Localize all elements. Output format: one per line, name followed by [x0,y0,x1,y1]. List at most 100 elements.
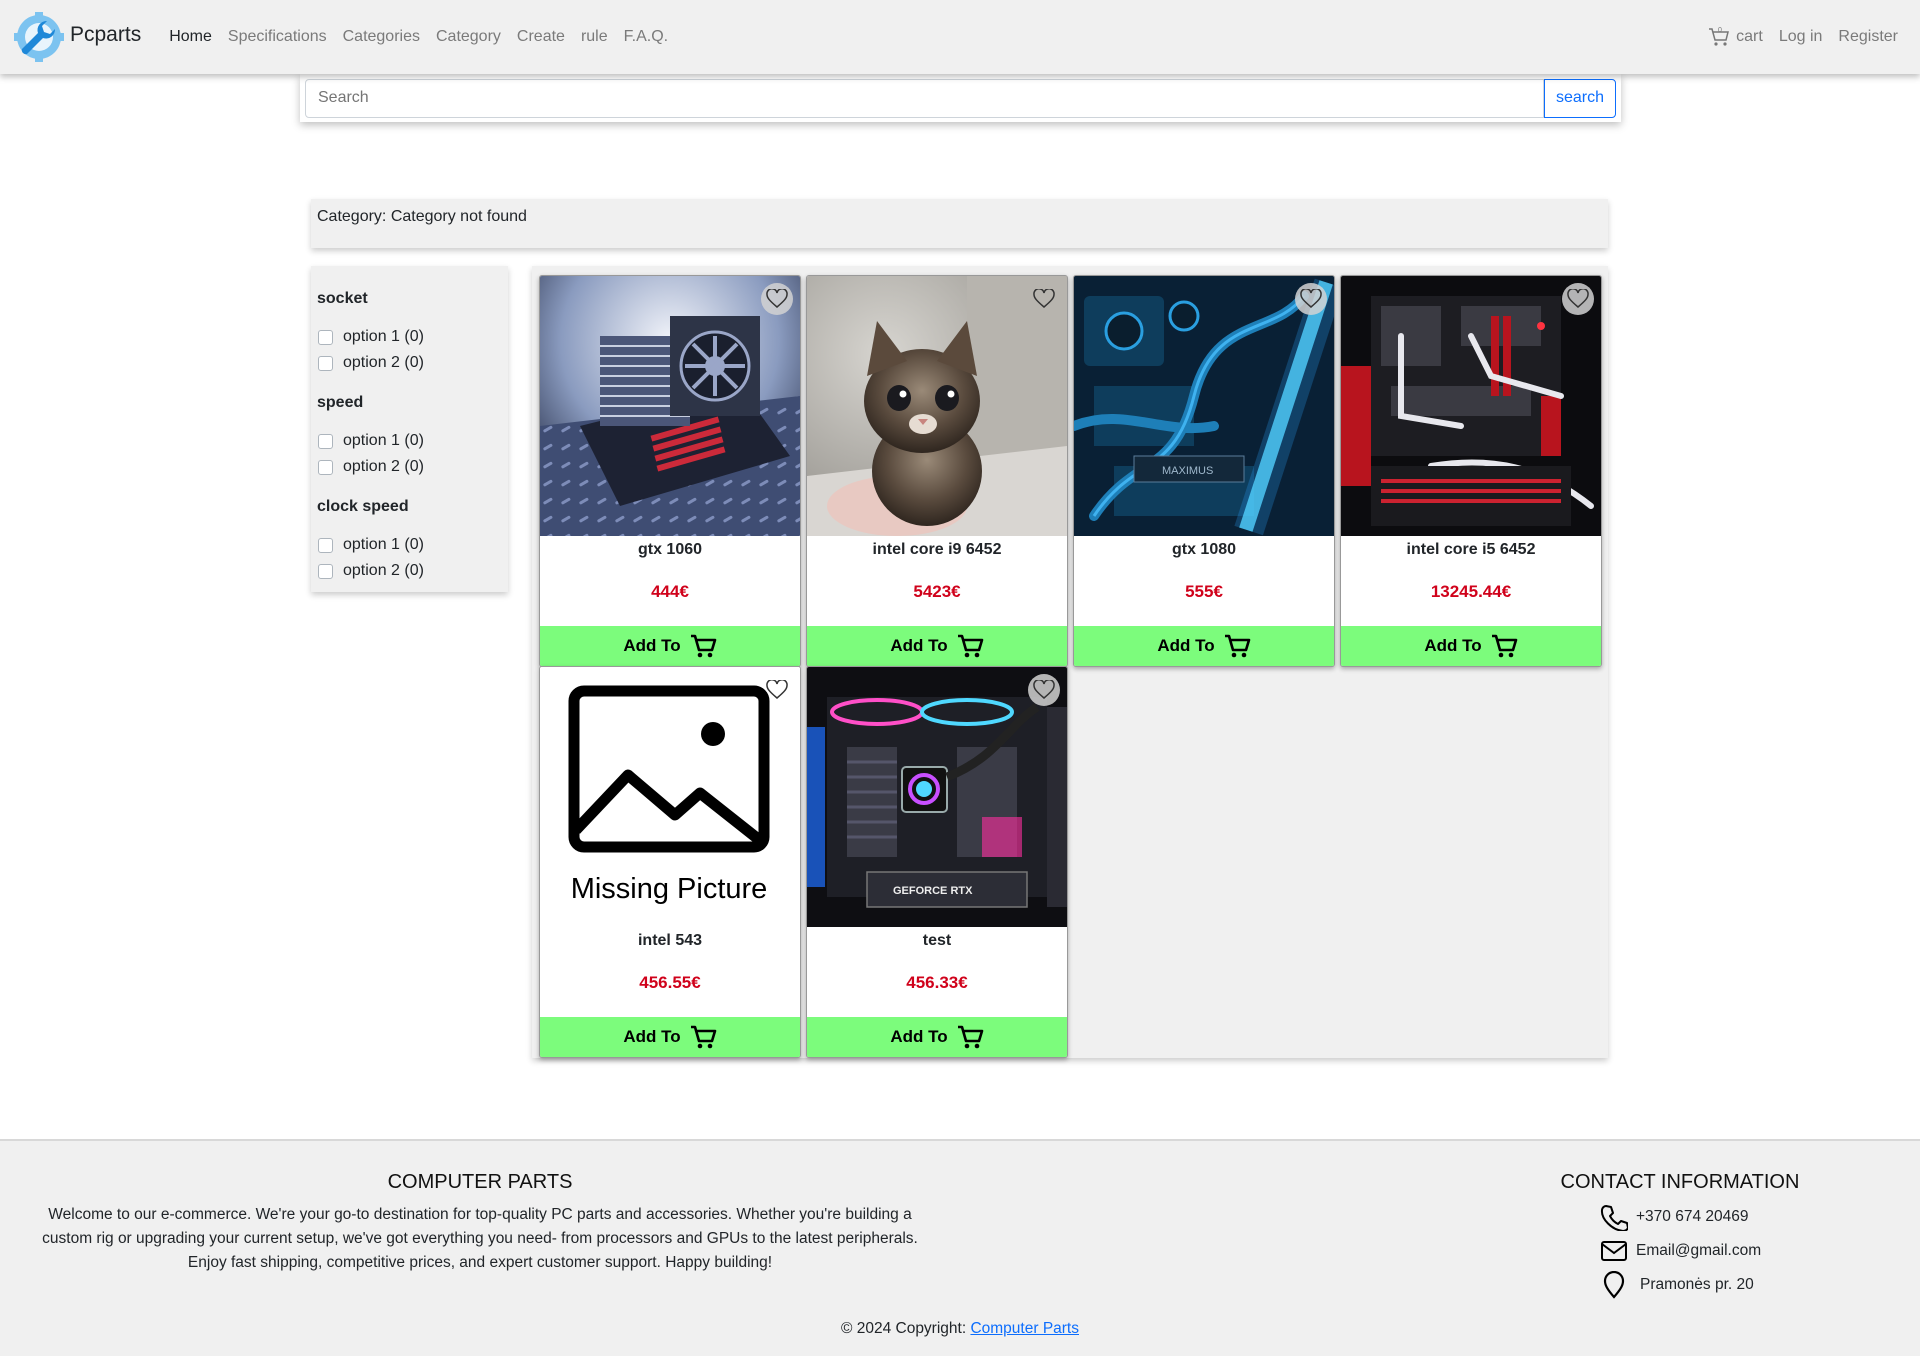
footer-about-text: Welcome to our e-commerce. We're your go… [20,1203,940,1275]
cart-label: cart [1736,28,1763,45]
nav-specifications[interactable]: Specifications [220,28,335,46]
product-card[interactable]: Missing Picture intel 543 456.55€ Add To [539,666,801,1058]
nav-categories[interactable]: Categories [335,28,428,46]
favorite-button[interactable] [1028,283,1060,315]
checkbox[interactable] [318,433,333,449]
product-name[interactable]: gtx 1080 [1074,541,1334,561]
filter-option[interactable]: option 1 (0) [317,324,502,350]
footer-contact: CONTACT INFORMATION +370 674 20469 Email… [1540,1171,1820,1302]
product-card[interactable]: intel core i9 6452 5423€ Add To [806,275,1068,667]
add-to-cart-label: Add To [890,1027,948,1046]
contact-phone: +370 674 20469 [1540,1200,1820,1234]
checkbox[interactable] [318,355,333,371]
footer-about-line: Enjoy fast shipping, competitive prices,… [187,1254,773,1271]
favorite-button[interactable] [1295,283,1327,315]
product-image-motherboard[interactable] [540,276,800,536]
product-grid: gtx 1060 444€ Add To intel core i9 6452 … [532,266,1608,1058]
filter-sidebar: socket option 1 (0) option 2 (0) speed o… [311,266,508,592]
category-header: Category: Category not found [311,199,1608,248]
gpu-label-text: GEFORCE RTX [893,885,973,897]
nav-rule[interactable]: rule [573,28,616,46]
cart-icon [1224,634,1250,658]
product-name[interactable]: test [807,932,1067,952]
product-image-red-pc[interactable] [1341,276,1601,536]
missing-picture-text: Missing Picture [571,873,768,905]
nav-create[interactable]: Create [509,28,573,46]
filter-option[interactable]: option 2 (0) [317,350,502,376]
footer-about-line: Welcome to our e-commerce. We're your go… [48,1206,912,1223]
brand[interactable]: Pcparts [14,12,141,62]
product-card[interactable]: gtx 1060 444€ Add To [539,275,801,667]
contact-phone-text: +370 674 20469 [1636,1208,1749,1225]
product-price: 555€ [1185,582,1223,601]
product-name[interactable]: intel 543 [540,932,800,952]
cart-link[interactable]: 0 cart [1708,26,1763,48]
heart-icon [1567,289,1589,308]
add-to-cart-button[interactable]: Add To [540,1017,800,1057]
filter-option[interactable]: option 1 (0) [317,428,502,454]
filter-option-label: option 1 (0) [343,536,424,553]
favorite-button[interactable] [1028,674,1060,706]
copyright: © 2024 Copyright: Computer Parts [0,1320,1920,1338]
heart-icon [1300,289,1322,308]
checkbox[interactable] [318,537,333,553]
favorite-button[interactable] [1562,283,1594,315]
add-to-cart-button[interactable]: Add To [807,1017,1067,1057]
product-price: 5423€ [913,582,961,601]
nav-home[interactable]: Home [161,28,220,46]
cart-icon [690,1025,716,1049]
product-name[interactable]: intel core i5 6452 [1341,541,1601,561]
product-name[interactable]: gtx 1060 [540,541,800,561]
checkbox[interactable] [318,329,333,345]
filter-group-clock-speed: clock speed option 1 (0) option 2 (0) [317,498,502,584]
product-image-kitten[interactable] [807,276,1067,536]
phone-icon [1600,1205,1628,1231]
add-to-cart-label: Add To [1424,636,1482,655]
svg-text:0: 0 [1718,27,1722,34]
filter-option[interactable]: option 2 (0) [317,558,502,584]
product-card[interactable]: GEFORCE RTX test 456.33€ Add To [806,666,1068,1058]
brand-name: Pcparts [70,23,142,46]
filter-group-socket: socket option 1 (0) option 2 (0) [317,290,502,376]
nav-faq[interactable]: F.A.Q. [616,28,676,46]
filter-option[interactable]: option 2 (0) [317,454,502,480]
add-to-cart-button[interactable]: Add To [1074,626,1334,666]
product-price: 456.33€ [906,973,968,992]
add-to-cart-button[interactable]: Add To [807,626,1067,666]
wrench-gear-logo-icon [14,12,64,62]
product-image-missing-picture[interactable]: Missing Picture [540,667,800,927]
contact-address-text: Pramonės pr. 20 [1640,1276,1754,1293]
product-price: 456.55€ [639,973,701,992]
add-to-cart-label: Add To [623,1027,681,1046]
nav-category[interactable]: Category [428,28,509,46]
add-to-cart-button[interactable]: Add To [1341,626,1601,666]
product-card[interactable]: intel core i5 6452 13245.44€ Add To [1340,275,1602,667]
location-pin-icon [1603,1271,1625,1299]
product-price: 444€ [651,582,689,601]
favorite-button[interactable] [761,283,793,315]
add-to-cart-button[interactable]: Add To [540,626,800,666]
login-link[interactable]: Log in [1779,28,1823,46]
copyright-link[interactable]: Computer Parts [970,1320,1079,1337]
search-bar: search [300,74,1621,122]
filter-title: speed [317,394,364,411]
search-input[interactable] [305,78,1544,118]
nav-links: Home Specifications Categories Category … [161,28,676,46]
checkbox[interactable] [318,459,333,475]
register-link[interactable]: Register [1838,28,1898,46]
product-image-rgb-pc[interactable]: GEFORCE RTX [807,667,1067,927]
product-image-blue-pc[interactable]: MAXIMUS [1074,276,1334,536]
checkbox[interactable] [318,563,333,579]
product-card[interactable]: MAXIMUS gtx 1080 555€ Add To [1073,275,1335,667]
product-price: 13245.44€ [1430,582,1512,601]
favorite-button[interactable] [761,674,793,706]
search-button[interactable]: search [1544,78,1616,118]
add-to-cart-label: Add To [623,636,681,655]
product-name[interactable]: intel core i9 6452 [807,541,1067,561]
contact-email: Email@gmail.com [1540,1234,1820,1268]
cart-icon: 0 [1709,27,1730,46]
email-icon [1601,1241,1627,1261]
filter-title: socket [317,290,368,307]
contact-address: Pramonės pr. 20 [1540,1268,1820,1302]
filter-option[interactable]: option 1 (0) [317,532,502,558]
